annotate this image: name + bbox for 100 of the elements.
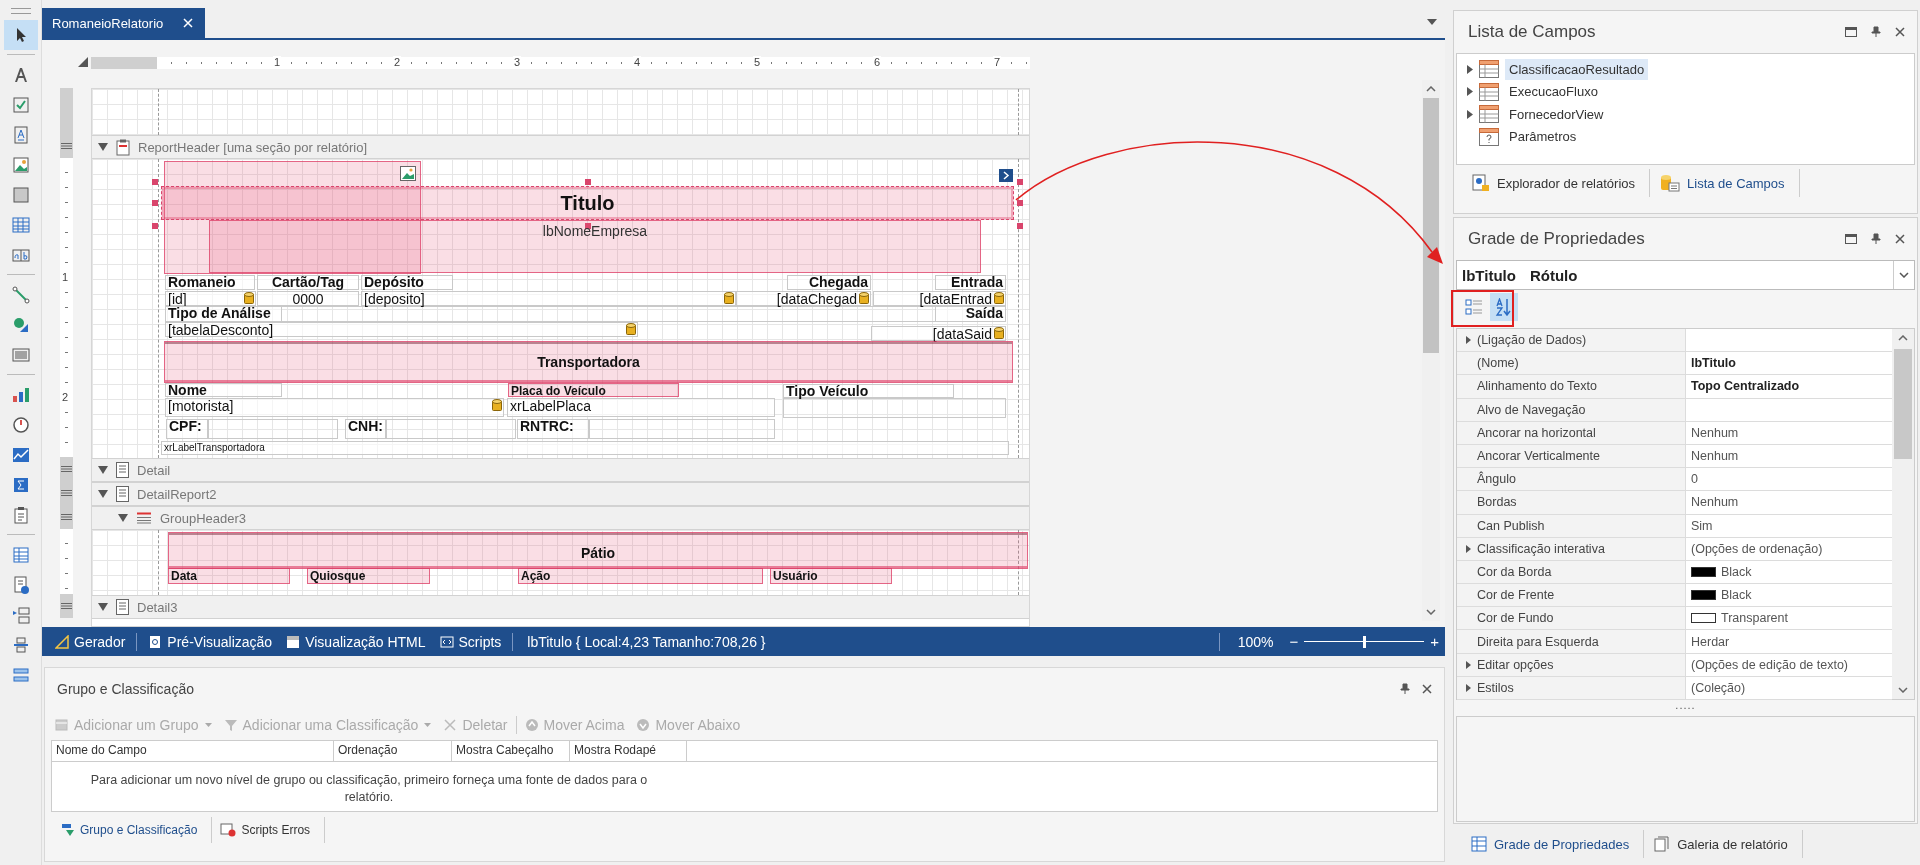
property-value[interactable]: Nenhum	[1691, 425, 1739, 440]
designer-view-button[interactable]: Gerador	[48, 633, 133, 650]
column-header[interactable]: Ordenação	[334, 741, 452, 761]
chevron-down-icon[interactable]	[1899, 272, 1909, 278]
collapse-icon[interactable]	[98, 490, 108, 498]
ruler-band-handle[interactable]	[60, 457, 73, 481]
splitter-grip[interactable]: .....	[1454, 700, 1917, 714]
report-label[interactable]: [dataSaid	[871, 326, 1006, 341]
pin-icon[interactable]	[1400, 683, 1410, 695]
scroll-thumb[interactable]	[1423, 98, 1439, 353]
close-icon[interactable]	[1895, 234, 1905, 244]
report-label[interactable]: Cartão/Tag	[257, 275, 359, 290]
panel-tab[interactable]: Scripts Erros	[212, 817, 326, 843]
grip-icon[interactable]	[61, 490, 72, 496]
report-label[interactable]: lbNomeEmpresa	[209, 220, 981, 273]
report-label[interactable]: Data	[168, 568, 290, 584]
expand-icon[interactable]	[1467, 109, 1473, 119]
band-header[interactable]: Detail3	[92, 599, 178, 615]
expand-icon[interactable]	[1466, 660, 1471, 669]
html-view-button[interactable]: Visualização HTML	[279, 633, 433, 650]
close-icon[interactable]	[1895, 27, 1905, 37]
report-label[interactable]: Romaneio	[165, 275, 255, 290]
selection-handle[interactable]	[152, 200, 158, 206]
collapse-icon[interactable]	[98, 143, 108, 151]
band-header[interactable]: GroupHeader3	[92, 510, 246, 526]
column-header[interactable]: Mostra Cabeçalho	[452, 741, 570, 761]
scroll-down-icon[interactable]	[1898, 687, 1908, 693]
report-label[interactable]: Chegada	[787, 275, 871, 290]
report-label[interactable]: [dataEntrad	[873, 291, 1006, 306]
selection-handle[interactable]	[1017, 223, 1023, 229]
report-label[interactable]: xrLabelPlaca	[507, 398, 775, 417]
report-label[interactable]: Placa do Veículo	[508, 383, 679, 397]
report-label[interactable]: [dataChegad	[736, 291, 871, 306]
report-label[interactable]: [tabelaDesconto]	[165, 322, 638, 337]
document-tab[interactable]: RomaneioRelatorio	[42, 8, 205, 38]
report-label[interactable]: RNTRC:	[517, 419, 589, 439]
report-label[interactable]: Tipo Veículo	[783, 384, 954, 398]
zoom-out-button[interactable]: −	[1283, 633, 1305, 650]
report-label[interactable]: Depósito	[361, 275, 453, 290]
panel-tab[interactable]: Grupo e Classificação	[53, 817, 213, 843]
tree-item[interactable]: Parâmetros	[1505, 126, 1581, 148]
report-label[interactable]: CPF:	[166, 419, 208, 439]
report-label[interactable]: Nome	[165, 383, 282, 397]
selection-handle[interactable]	[1017, 200, 1023, 206]
property-value[interactable]: Sim	[1691, 518, 1713, 533]
grip-icon[interactable]	[61, 603, 72, 609]
zoom-in-button[interactable]: +	[1424, 633, 1445, 650]
property-value[interactable]: Black	[1721, 564, 1752, 579]
ruler-band-handle[interactable]	[60, 594, 73, 618]
expand-icon[interactable]	[1467, 64, 1473, 74]
column-header[interactable]: Mostra Rodapé	[570, 741, 687, 761]
close-icon[interactable]	[1422, 684, 1432, 694]
pin-icon[interactable]	[1871, 26, 1881, 38]
tree-item[interactable]: ExecucaoFluxo	[1505, 81, 1602, 103]
scroll-up-icon[interactable]	[1426, 86, 1436, 92]
property-value[interactable]: lbTitulo	[1691, 356, 1736, 371]
report-label[interactable]: 0000	[257, 291, 359, 306]
report-label[interactable]: Saída	[935, 306, 1006, 322]
alphabetical-sort-button[interactable]	[1490, 293, 1518, 321]
report-label[interactable]: Tipo de Análise	[165, 306, 282, 322]
property-value[interactable]: (Coleção)	[1691, 680, 1746, 695]
scroll-down-icon[interactable]	[1426, 609, 1436, 615]
toolbox-item[interactable]	[3, 20, 38, 50]
selection-handle[interactable]	[152, 223, 158, 229]
maximize-icon[interactable]	[1845, 234, 1857, 244]
tree-item[interactable]: ClassificacaoResultado	[1505, 58, 1649, 80]
grip-icon[interactable]	[61, 143, 72, 149]
property-value[interactable]: Black	[1721, 588, 1752, 603]
maximize-icon[interactable]	[1845, 27, 1857, 37]
report-label[interactable]: Ação	[518, 568, 763, 584]
expand-icon[interactable]	[1467, 87, 1473, 97]
property-value[interactable]: 0	[1691, 472, 1698, 487]
selection-handle[interactable]	[584, 179, 591, 185]
zoom-thumb[interactable]	[1363, 635, 1367, 648]
panel-tab[interactable]: Explorador de relatórios	[1462, 169, 1651, 197]
collapse-icon[interactable]	[118, 514, 128, 522]
report-label[interactable]: [deposito]	[361, 291, 736, 306]
report-label[interactable]: Pátio	[168, 532, 1028, 569]
property-value[interactable]: (Opções de ordenação)	[1691, 541, 1823, 556]
selection-handle[interactable]	[152, 179, 158, 185]
property-value[interactable]: Topo Centralizado	[1691, 379, 1800, 394]
panel-tab[interactable]: Galeria de relatório	[1644, 830, 1803, 858]
report-label[interactable]: Usuário	[770, 568, 892, 584]
band-header[interactable]: DetailReport2	[92, 486, 217, 502]
report-label[interactable]: Quiosque	[307, 568, 430, 584]
grip-icon[interactable]	[61, 466, 72, 472]
report-label[interactable]: Entrada	[935, 275, 1006, 290]
expand-icon[interactable]	[1466, 544, 1471, 553]
collapse-icon[interactable]	[98, 466, 108, 474]
panel-tab[interactable]: Grade de Propriedades	[1461, 830, 1645, 858]
tree-item[interactable]: FornecedorView	[1505, 103, 1608, 125]
report-label[interactable]: Titulo	[161, 186, 1014, 220]
picture-box[interactable]	[164, 161, 421, 274]
grip-icon[interactable]	[61, 514, 72, 520]
report-label[interactable]: Transportadora	[164, 341, 1013, 383]
property-value[interactable]: (Opções de edição de texto)	[1691, 657, 1849, 672]
collapse-icon[interactable]	[98, 603, 108, 611]
selection-handle[interactable]	[584, 223, 591, 229]
smart-tag-icon[interactable]	[999, 169, 1013, 182]
report-label[interactable]: CNH:	[345, 419, 386, 439]
